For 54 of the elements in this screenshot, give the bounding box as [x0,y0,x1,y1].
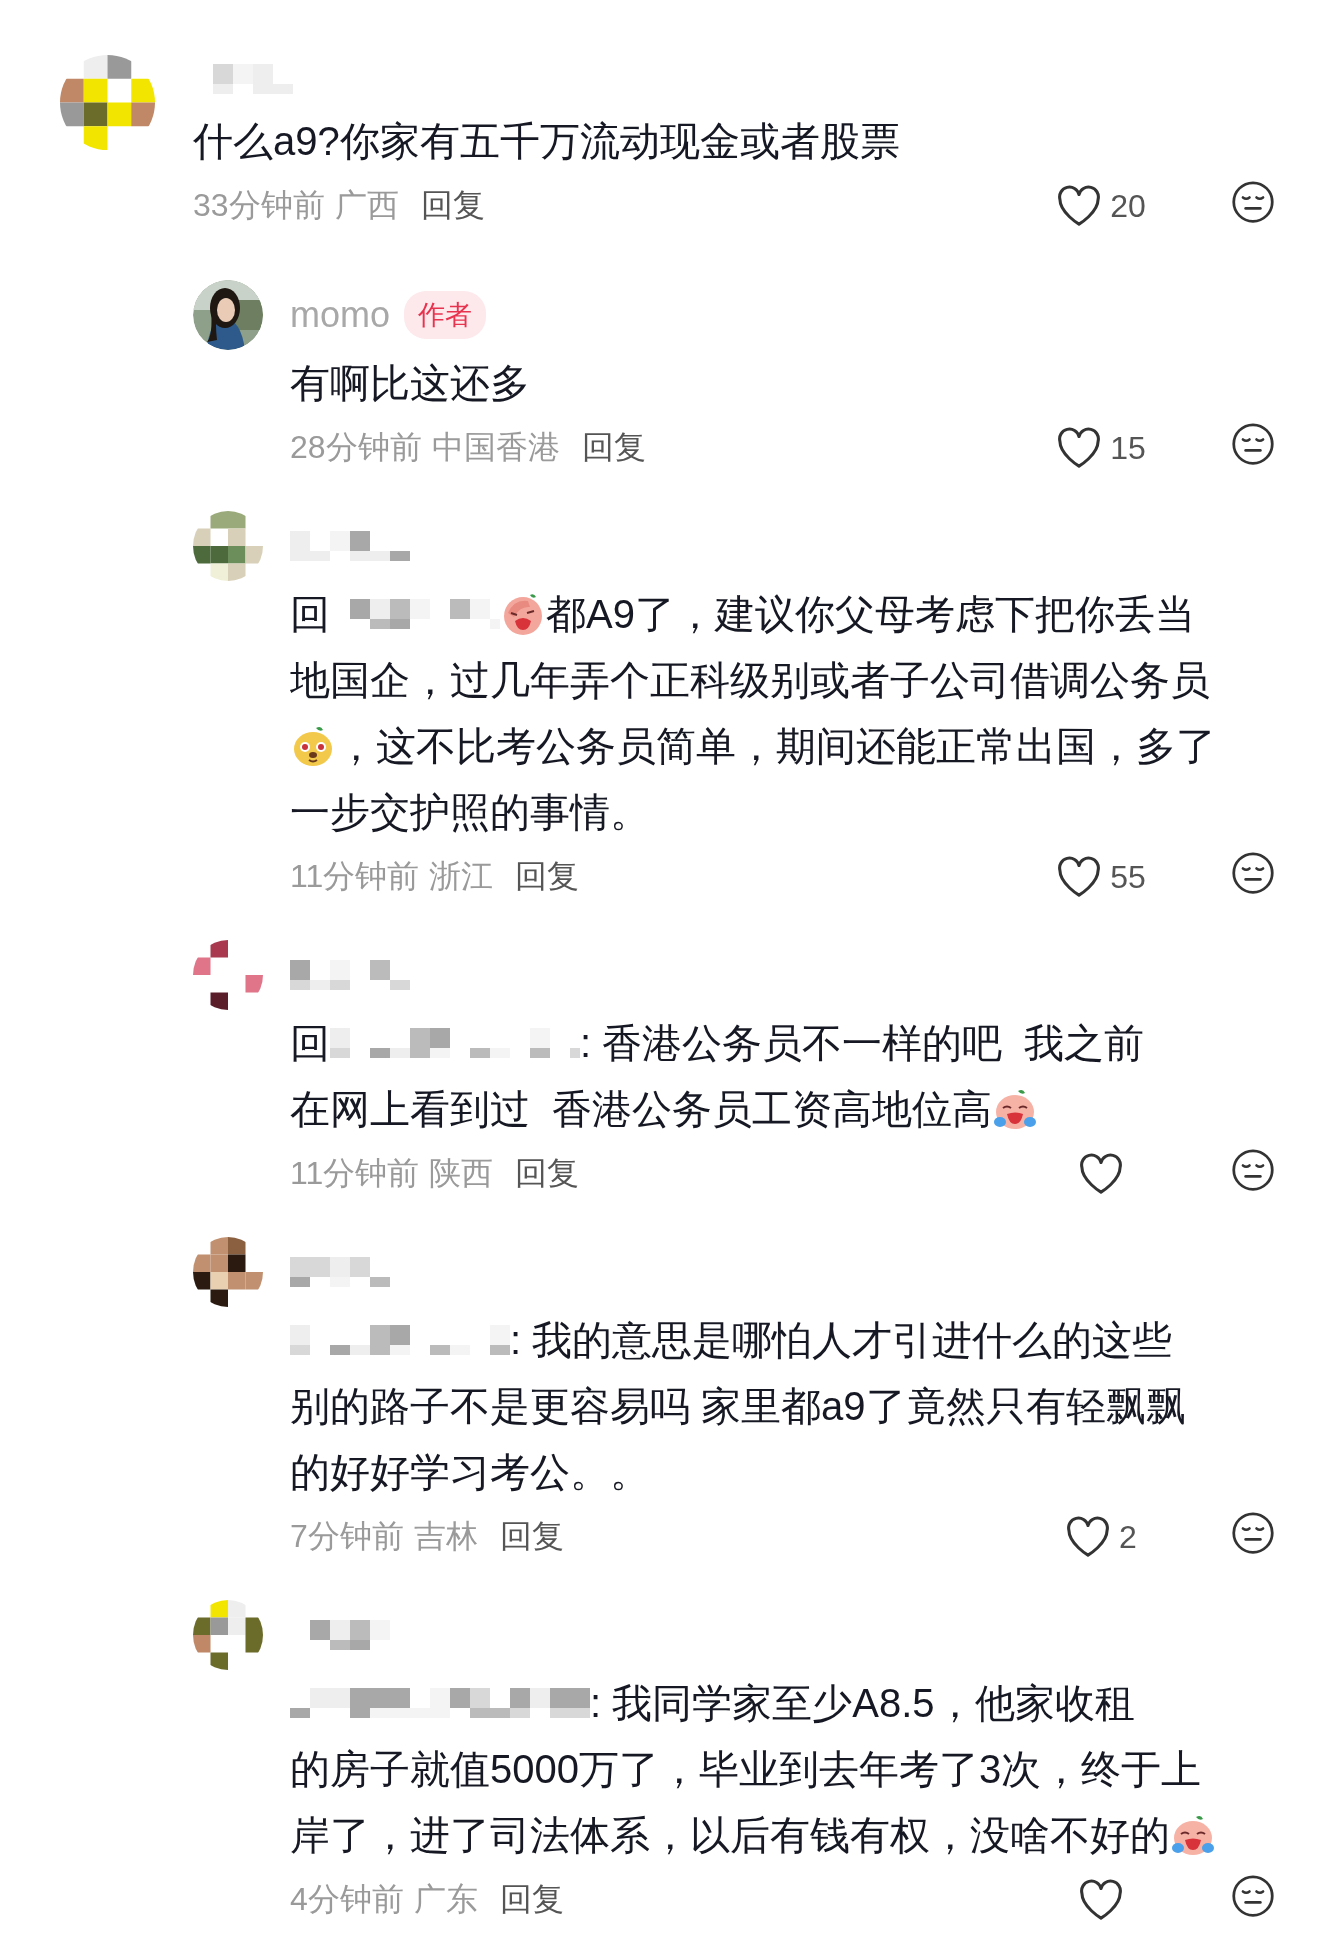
reply-button[interactable]: 回复 [420,184,485,228]
neutral-face-icon[interactable] [1231,851,1275,895]
comment-text: 什么a9?你家有五千万流动现金或者股票 [193,118,900,165]
comment-text: : 我的意思是哪怕人才引进什么的这些 [510,1317,1173,1364]
comment-text: : 我同学家至少A8.5，他家收租 [590,1680,1135,1727]
neutral-face-icon[interactable] [1231,1148,1275,1192]
comment-text: 一步交护照的事情。 [290,789,650,836]
heart-icon [1065,1516,1112,1558]
reply-button[interactable]: 回复 [515,855,580,899]
timestamp: 11分钟前 [290,1154,420,1193]
comment-text: 有啊比这还多 [290,360,530,407]
location-text: 陕西 [429,1154,494,1193]
avatar-mosaic-drawing[interactable] [193,511,263,581]
like-button[interactable]: 55 [1041,856,1161,898]
timestamp: 33分钟前 [193,186,325,225]
location-text: 吉林 [413,1517,478,1556]
heart-icon [1056,185,1103,227]
avatar-mosaic-drawing[interactable] [193,1237,263,1307]
like-button[interactable]: 20 [1041,185,1161,227]
comment-text: 回 [290,591,330,638]
comment-text: ，这不比考公务员简单，期间还能正常出国，多了 [336,723,1216,770]
like-button[interactable]: 2 [1041,1516,1161,1558]
timestamp: 7分钟前 [290,1517,404,1556]
comment-text: 在网上看到过 香港公务员工资高地位高 [290,1086,993,1133]
comment-text: 的房子就值5000万了，毕业到去年考了3次，终于上 [290,1746,1202,1793]
comment-text: 岸了，进了司法体系，以后有钱有权，没啥不好的 [290,1812,1170,1859]
reply-button[interactable]: 回复 [499,1515,564,1559]
reply-button[interactable]: 回复 [499,1878,564,1922]
timestamp: 11分钟前 [290,857,420,896]
comment-text: : 香港公务员不一样的吧 我之前 [580,1020,1145,1067]
comment-text: 的好好学习考公。。 [290,1449,650,1496]
location-text: 浙江 [429,857,494,896]
reply-button[interactable]: 回复 [515,1152,580,1196]
timestamp: 28分钟前 [290,428,422,467]
neutral-face-icon[interactable] [1231,422,1275,466]
location-text: 广西 [334,186,399,225]
comment-text: 都A9了，建议你父母考虑下把你丢当 [546,591,1195,638]
avatar-mosaic-drawing[interactable] [193,940,263,1010]
comment-text: 地国企，过几年弄个正科级别或者子公司借调公务员 [290,657,1210,704]
reply-button[interactable]: 回复 [581,426,646,470]
heart-icon [1078,1153,1124,1195]
comment-text: 别的路子不是更容易吗 家里都a9了竟然只有轻飘飘 [290,1383,1186,1430]
heart-icon [1056,856,1103,898]
neutral-face-icon[interactable] [1231,180,1275,224]
author-badge: 作者 [404,291,487,339]
heart-icon [1056,427,1103,469]
heart-icon [1078,1879,1124,1921]
neutral-face-icon[interactable] [1231,1874,1275,1918]
location-text: 中国香港 [431,428,560,467]
comment-text: 回 [290,1020,330,1067]
like-button[interactable]: 15 [1041,427,1161,469]
location-text: 广东 [413,1880,478,1919]
timestamp: 4分钟前 [290,1880,404,1919]
neutral-face-icon[interactable] [1231,1511,1275,1555]
